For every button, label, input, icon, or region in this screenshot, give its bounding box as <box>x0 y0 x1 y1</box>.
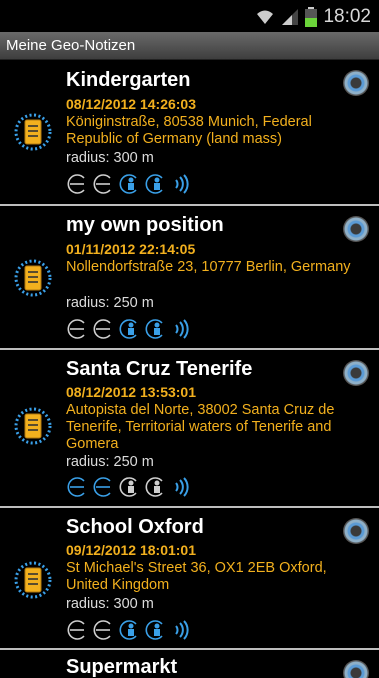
note-date: 01/11/2012 22:14:05 <box>66 241 196 257</box>
person-active-icon <box>145 620 163 640</box>
person-active-icon <box>145 174 163 194</box>
note-name: Santa Cruz Tenerife <box>66 358 253 380</box>
list-item[interactable]: Santa Cruz Tenerife 08/12/2012 13:53:01 … <box>0 350 379 508</box>
note-radio-button[interactable] <box>343 360 369 386</box>
walk-active-icon <box>67 477 85 497</box>
note-radio-button[interactable] <box>343 216 369 242</box>
mode-icons <box>66 620 192 640</box>
note-address: Autopista del Norte, 38002 Santa Cruz de… <box>66 402 335 452</box>
note-date: 08/12/2012 13:53:01 <box>66 384 196 400</box>
note-radio-button[interactable] <box>343 518 369 544</box>
signal-icon <box>282 9 299 25</box>
walk-active-icon <box>93 477 111 497</box>
walk-inactive-icon <box>67 620 85 640</box>
note-name: School Oxford <box>66 516 204 538</box>
geo-notes-list: Kindergarten 08/12/2012 14:26:03 Königin… <box>0 60 379 678</box>
wifi-active-icon <box>175 319 189 339</box>
mode-icons <box>66 319 192 339</box>
note-name: my own position <box>66 214 224 236</box>
walk-inactive-icon <box>93 620 111 640</box>
geo-note-icon <box>14 259 52 297</box>
note-date: 09/12/2012 18:01:01 <box>66 542 196 558</box>
note-radio-button[interactable] <box>343 70 369 96</box>
walk-inactive-icon <box>93 174 111 194</box>
mode-icons <box>66 174 192 194</box>
note-radius: radius: 300 m <box>66 596 154 612</box>
person-inactive-icon <box>145 477 163 497</box>
status-icons: 18:02 <box>255 6 371 28</box>
geo-note-icon <box>14 561 52 599</box>
wifi-active-icon <box>175 620 189 640</box>
list-item[interactable]: Supermarkt <box>0 650 379 678</box>
person-active-icon <box>119 174 137 194</box>
note-radius: radius: 300 m <box>66 150 154 166</box>
wifi-active-icon <box>175 174 189 194</box>
clock: 18:02 <box>323 6 371 27</box>
wifi-active-icon <box>175 477 189 497</box>
note-address: St Michael's Street 36, OX1 2EB Oxford, … <box>66 560 327 593</box>
note-address: Königinstraße, 80538 Munich, Federal Rep… <box>66 114 312 147</box>
walk-inactive-icon <box>67 319 85 339</box>
note-name: Supermarkt <box>66 656 178 678</box>
note-date: 08/12/2012 14:26:03 <box>66 96 196 112</box>
note-name: Kindergarten <box>66 69 191 91</box>
geo-note-icon <box>14 407 52 445</box>
app-title-bar: Meine Geo-Notizen <box>0 32 379 60</box>
list-item[interactable]: School Oxford 09/12/2012 18:01:01 St Mic… <box>0 508 379 650</box>
person-active-icon <box>119 319 137 339</box>
battery-icon <box>305 7 318 27</box>
person-active-icon <box>145 319 163 339</box>
person-inactive-icon <box>119 477 137 497</box>
wifi-icon <box>257 10 274 24</box>
note-radius: radius: 250 m <box>66 454 154 470</box>
note-radius: radius: 250 m <box>66 295 154 311</box>
app-title: Meine Geo-Notizen <box>6 37 136 54</box>
walk-inactive-icon <box>67 174 85 194</box>
note-address: Nollendorfstraße 23, 10777 Berlin, Germa… <box>66 259 351 275</box>
list-item[interactable]: Kindergarten 08/12/2012 14:26:03 Königin… <box>0 60 379 206</box>
walk-inactive-icon <box>93 319 111 339</box>
note-radio-button[interactable] <box>343 660 369 678</box>
list-item[interactable]: my own position 01/11/2012 22:14:05 Noll… <box>0 206 379 350</box>
geo-note-icon <box>14 113 52 151</box>
mode-icons <box>66 477 192 497</box>
person-active-icon <box>119 620 137 640</box>
status-bar: 18:02 <box>0 0 379 32</box>
